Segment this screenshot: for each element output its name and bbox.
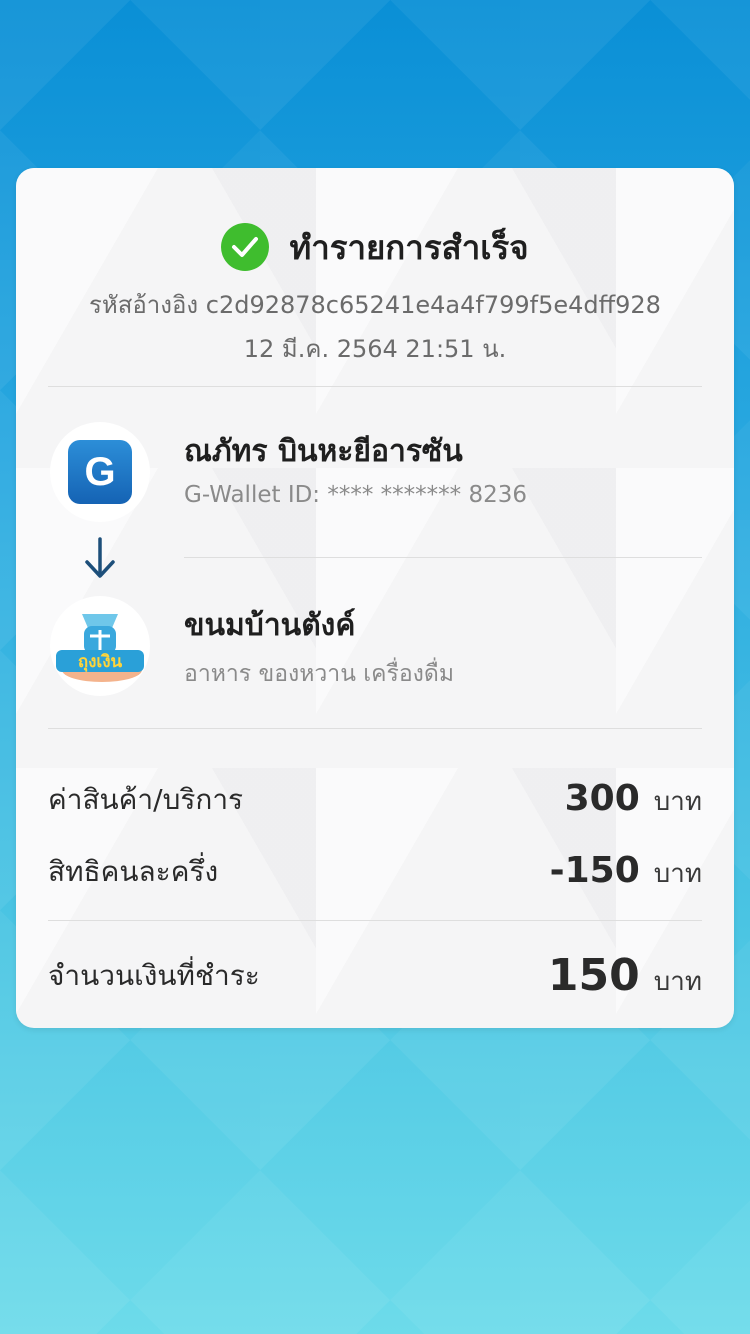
divider bbox=[184, 557, 702, 558]
receiver-avatar: ถุงเงิน bbox=[50, 596, 150, 696]
currency-unit: บาท bbox=[653, 787, 702, 817]
thung-ngoen-logo-text: ถุงเงิน bbox=[78, 652, 123, 672]
currency-unit: บาท bbox=[653, 967, 702, 997]
goods-amount-row: ค่าสินค้า/บริการ 300 บาท bbox=[48, 778, 702, 822]
receiver-name: ขนมบ้านตังค์ bbox=[184, 608, 356, 643]
discount-amount-row: สิทธิคนละครึ่ง -150 บาท bbox=[48, 850, 702, 894]
transaction-datetime: 12 มี.ค. 2564 21:51 น. bbox=[243, 335, 507, 363]
sender-avatar: G bbox=[50, 422, 150, 522]
currency-unit: บาท bbox=[653, 859, 702, 889]
total-label: จำนวนเงินที่ชำระ bbox=[48, 959, 260, 992]
divider bbox=[48, 728, 702, 729]
total-amount-row: จำนวนเงินที่ชำระ 150 บาท bbox=[48, 950, 702, 1002]
total-value: 150 bbox=[547, 950, 640, 1001]
discount-label: สิทธิคนละครึ่ง bbox=[48, 855, 219, 888]
goods-value: 300 bbox=[564, 778, 640, 819]
goods-label: ค่าสินค้า/บริการ bbox=[48, 783, 244, 816]
divider bbox=[48, 920, 702, 921]
sender-name: ณภัทร บินหะยีอารซัน bbox=[184, 434, 463, 469]
total-value-group: 150 บาท bbox=[548, 950, 702, 1002]
check-circle-icon bbox=[221, 223, 270, 271]
g-wallet-logo: G bbox=[68, 440, 132, 504]
status-header: ทำรายการสำเร็จ bbox=[16, 222, 734, 272]
status-title: ทำรายการสำเร็จ bbox=[289, 227, 529, 267]
thung-ngoen-logo: ถุงเงิน bbox=[56, 614, 144, 682]
discount-value-group: -150 บาท bbox=[550, 850, 702, 894]
arrow-down-icon bbox=[85, 537, 115, 578]
goods-value-group: 300 บาท bbox=[565, 778, 702, 822]
receipt-card: ทำรายการสำเร็จ รหัสอ้างอิง c2d92878c6524… bbox=[16, 168, 734, 1028]
divider bbox=[48, 386, 702, 387]
receiver-category: อาหาร ของหวาน เครื่องดื่ม bbox=[184, 661, 455, 687]
discount-value: -150 bbox=[549, 850, 640, 891]
sender-wallet-id: G-Wallet ID: **** ******* 8236 bbox=[184, 482, 528, 508]
reference-id: รหัสอ้างอิง c2d92878c65241e4a4f799f5e4df… bbox=[89, 291, 661, 319]
